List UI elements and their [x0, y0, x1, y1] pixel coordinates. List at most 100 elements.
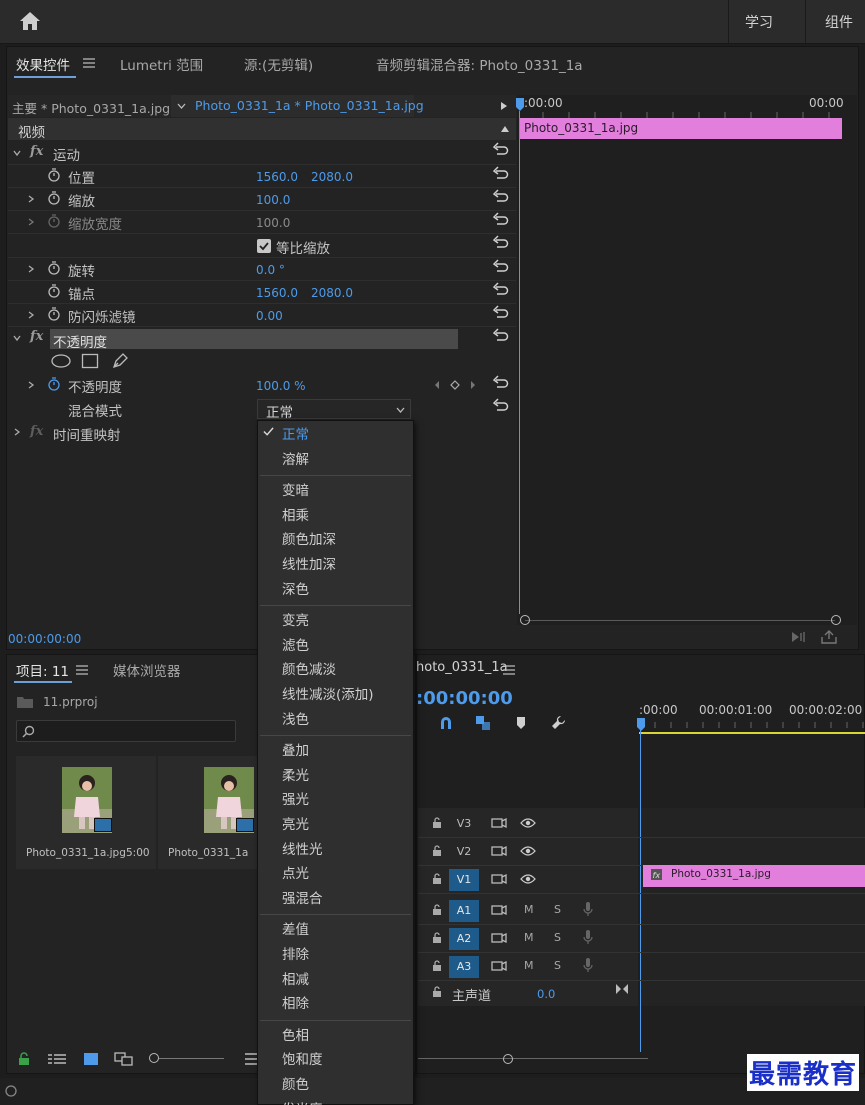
- blend-option[interactable]: 线性光: [282, 838, 323, 858]
- collapse-up-icon[interactable]: [500, 125, 510, 133]
- reset-icon[interactable]: [493, 305, 509, 319]
- stopwatch-active-icon[interactable]: [47, 377, 61, 391]
- reset-icon[interactable]: [493, 189, 509, 203]
- blend-option[interactable]: 点光: [282, 862, 309, 882]
- mute-button[interactable]: M: [524, 959, 534, 972]
- chevron-right-icon[interactable]: [27, 218, 35, 226]
- master-clip-label[interactable]: 主要 * Photo_0331_1a.jpg: [12, 98, 170, 117]
- reset-icon[interactable]: [493, 375, 509, 389]
- home-icon[interactable]: [18, 10, 42, 32]
- blend-option[interactable]: 叠加: [282, 739, 309, 759]
- blend-option[interactable]: 差值: [282, 918, 309, 938]
- blend-option[interactable]: 柔光: [282, 764, 309, 784]
- linked-selection-icon[interactable]: [475, 715, 491, 731]
- panel-menu-icon[interactable]: [83, 58, 95, 68]
- timeline-zoom-handle[interactable]: [503, 1054, 513, 1064]
- lock-icon[interactable]: [432, 960, 442, 972]
- timeline-timecode[interactable]: :00:00:00: [416, 688, 513, 709]
- tab-effect-controls[interactable]: 效果控件: [16, 54, 70, 74]
- blend-option[interactable]: 变亮: [282, 609, 309, 629]
- chevron-right-icon[interactable]: [27, 381, 35, 389]
- timeline-clip[interactable]: fx Photo_0331_1a.jpg: [643, 865, 865, 887]
- workspace-components[interactable]: 组件: [825, 12, 853, 32]
- blend-option[interactable]: 滤色: [282, 634, 309, 654]
- zoom-slider-track[interactable]: [159, 1058, 224, 1059]
- solo-button[interactable]: S: [554, 959, 561, 972]
- blend-option[interactable]: 溶解: [282, 448, 309, 468]
- master-track-value[interactable]: 0.0: [537, 987, 555, 1001]
- tab-audio-clip-mixer[interactable]: 音频剪辑混合器: Photo_0331_1a: [376, 54, 583, 74]
- stopwatch-icon[interactable]: [47, 191, 61, 205]
- panel-menu-icon[interactable]: [76, 665, 88, 675]
- play-icon[interactable]: [500, 101, 508, 111]
- filter-playback-icon[interactable]: [790, 630, 808, 644]
- blend-option[interactable]: 亮光: [282, 813, 309, 833]
- opacity-value[interactable]: 100.0 %: [256, 379, 306, 393]
- work-area-bar[interactable]: [639, 732, 865, 734]
- export-frame-icon[interactable]: [820, 629, 838, 645]
- snap-magnet-icon[interactable]: [438, 715, 454, 731]
- tab-media-browser[interactable]: 媒体浏览器: [113, 660, 181, 680]
- reset-icon[interactable]: [493, 166, 509, 180]
- microphone-icon[interactable]: [583, 957, 593, 973]
- chevron-right-icon[interactable]: [13, 428, 21, 436]
- track-target-a2[interactable]: A2: [449, 928, 479, 950]
- go-to-end-icon[interactable]: [615, 983, 629, 995]
- mute-button[interactable]: M: [524, 931, 534, 944]
- uniform-scale-checkbox[interactable]: [257, 239, 271, 253]
- blend-option[interactable]: 强光: [282, 788, 309, 808]
- blend-option[interactable]: 线性加深: [282, 553, 336, 573]
- stopwatch-icon[interactable]: [47, 168, 61, 182]
- position-y-value[interactable]: 2080.0: [311, 170, 353, 184]
- stopwatch-icon[interactable]: [47, 307, 61, 321]
- freeform-view-icon[interactable]: [114, 1052, 134, 1066]
- reset-icon[interactable]: [493, 212, 509, 226]
- sync-lock-icon[interactable]: [491, 873, 507, 885]
- reset-icon[interactable]: [493, 235, 509, 249]
- opacity-section-header[interactable]: 不透明度: [50, 329, 458, 351]
- zoom-slider-handle[interactable]: [149, 1053, 159, 1063]
- stopwatch-icon[interactable]: [47, 284, 61, 298]
- blend-option[interactable]: 深色: [282, 578, 309, 598]
- eye-icon[interactable]: [520, 873, 536, 885]
- lock-icon[interactable]: [432, 904, 442, 916]
- sync-lock-icon[interactable]: [491, 904, 507, 916]
- timeline-scrollbar[interactable]: [418, 1058, 648, 1059]
- track-target-v3[interactable]: V3: [449, 813, 479, 835]
- lock-icon[interactable]: [432, 932, 442, 944]
- track-target-a1[interactable]: A1: [449, 900, 479, 922]
- playhead-icon[interactable]: [516, 98, 524, 112]
- track-target-v1[interactable]: V1: [449, 869, 479, 891]
- workspace-learn[interactable]: 学习: [745, 12, 773, 32]
- blend-option[interactable]: 颜色加深: [282, 528, 336, 548]
- blend-option[interactable]: 强混合: [282, 887, 323, 907]
- chevron-right-icon[interactable]: [27, 311, 35, 319]
- blend-option[interactable]: 浅色: [282, 708, 309, 728]
- mini-zoom-bar[interactable]: [525, 620, 835, 621]
- zoom-handle-left[interactable]: [520, 615, 530, 625]
- project-search-input[interactable]: [16, 720, 236, 742]
- blend-option[interactable]: 变暗: [282, 479, 309, 499]
- chevron-down-icon[interactable]: [13, 334, 21, 342]
- track-target-v2[interactable]: V2: [449, 841, 479, 863]
- sort-icon[interactable]: [245, 1052, 257, 1066]
- icon-view-icon[interactable]: [83, 1052, 99, 1066]
- blend-option[interactable]: 相减: [282, 968, 309, 988]
- tab-lumetri-scopes[interactable]: Lumetri 范围: [120, 54, 203, 74]
- blend-option[interactable]: 饱和度: [282, 1048, 323, 1068]
- lock-icon[interactable]: [432, 873, 442, 885]
- lock-icon[interactable]: [18, 1052, 30, 1066]
- blend-option[interactable]: 相除: [282, 992, 309, 1012]
- rotation-value[interactable]: 0.0 °: [256, 263, 285, 277]
- anchor-y-value[interactable]: 2080.0: [311, 286, 353, 300]
- pen-mask-icon[interactable]: [111, 352, 129, 370]
- microphone-icon[interactable]: [583, 929, 593, 945]
- reset-icon[interactable]: [493, 259, 509, 273]
- solo-button[interactable]: S: [554, 903, 561, 916]
- blend-option[interactable]: 排除: [282, 943, 309, 963]
- rectangle-mask-icon[interactable]: [81, 353, 99, 369]
- lock-icon[interactable]: [432, 845, 442, 857]
- antiflicker-value[interactable]: 0.00: [256, 309, 283, 323]
- playhead-icon[interactable]: [637, 718, 645, 732]
- sync-lock-icon[interactable]: [491, 960, 507, 972]
